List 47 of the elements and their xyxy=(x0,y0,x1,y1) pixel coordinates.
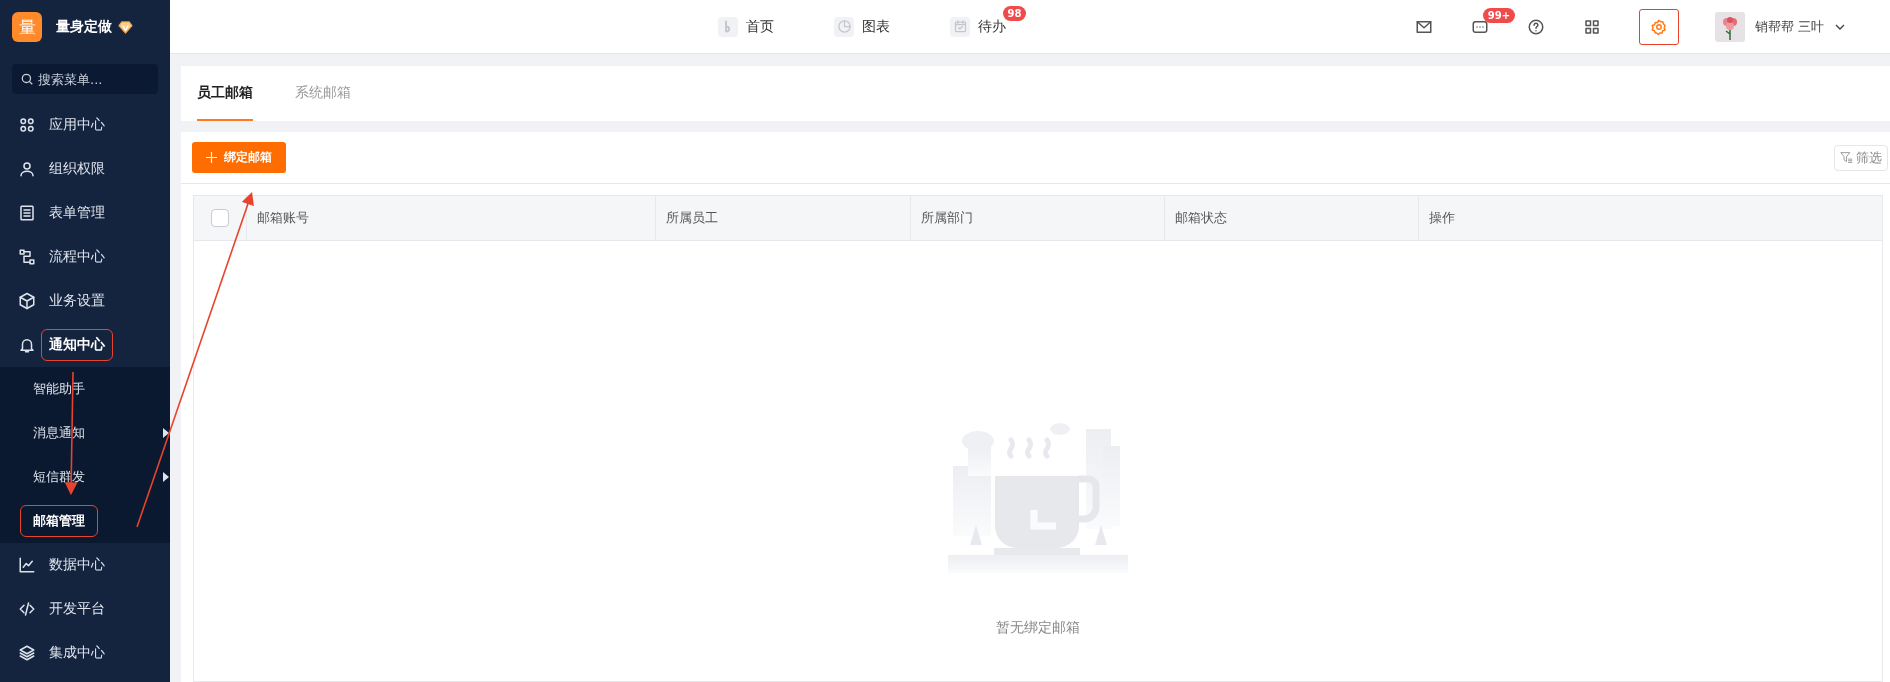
calendar-icon xyxy=(950,16,971,37)
sidebar-item[interactable]: 业务设置 xyxy=(0,279,170,323)
sidebar-item[interactable]: 流程中心 xyxy=(0,235,170,279)
chart-icon xyxy=(18,556,36,574)
help-icon[interactable] xyxy=(1526,17,1545,36)
person-icon xyxy=(18,160,36,178)
tab[interactable]: 员工邮箱 xyxy=(197,66,253,121)
nav-link[interactable]: 图表 xyxy=(862,17,891,36)
sidebar-item[interactable]: 表单管理 xyxy=(0,191,170,235)
document-icon xyxy=(18,204,36,222)
flow-icon xyxy=(18,248,36,266)
sidebar-item[interactable]: 应用中心 xyxy=(0,103,170,147)
code-icon xyxy=(18,600,36,618)
nav-link[interactable]: 首页 xyxy=(746,17,775,36)
bell-icon xyxy=(18,336,36,354)
sidebar-item[interactable]: 开发平台 xyxy=(0,587,170,631)
empty-message: 暂无绑定邮箱 xyxy=(996,619,1080,637)
filter-icon xyxy=(1840,151,1853,164)
apps-icon xyxy=(18,116,36,134)
column-header: 操作 xyxy=(1418,196,1882,240)
sidebar-item[interactable]: 通知中心 xyxy=(0,323,170,367)
column-header: 邮箱状态 xyxy=(1164,196,1418,240)
layers-icon xyxy=(18,644,36,662)
brand-name: 量身定做 xyxy=(56,18,112,36)
logo: 量 xyxy=(12,12,42,42)
diamond-icon xyxy=(118,20,133,34)
count-badge: 98 xyxy=(1002,5,1027,21)
checkbox[interactable] xyxy=(211,209,229,227)
cube-icon xyxy=(18,292,36,310)
column-header: 所属部门 xyxy=(910,196,1164,240)
sidebar-item[interactable]: 数据中心 xyxy=(0,543,170,587)
filter-button[interactable]: 筛选 xyxy=(1834,144,1888,171)
pie-chart-icon xyxy=(834,16,855,37)
search-icon xyxy=(20,72,34,86)
submenu-item[interactable]: 邮箱管理 xyxy=(0,499,170,543)
settings-icon[interactable] xyxy=(1638,8,1679,45)
plus-icon xyxy=(206,152,217,163)
sidebar-item[interactable]: 集成中心 xyxy=(0,631,170,675)
user-name[interactable]: 销帮帮 三叶 xyxy=(1754,17,1824,36)
b-letter-icon xyxy=(718,16,739,37)
count-badge: 99+ xyxy=(1482,7,1516,23)
column-header: 所属员工 xyxy=(655,196,910,240)
column-header: 邮箱账号 xyxy=(246,196,655,240)
submenu-item[interactable]: 智能助手 xyxy=(0,367,170,411)
sidebar-item[interactable]: 组织权限 xyxy=(0,147,170,191)
search-field[interactable]: 搜索菜单... xyxy=(12,64,158,94)
grid-icon[interactable] xyxy=(1582,17,1601,36)
